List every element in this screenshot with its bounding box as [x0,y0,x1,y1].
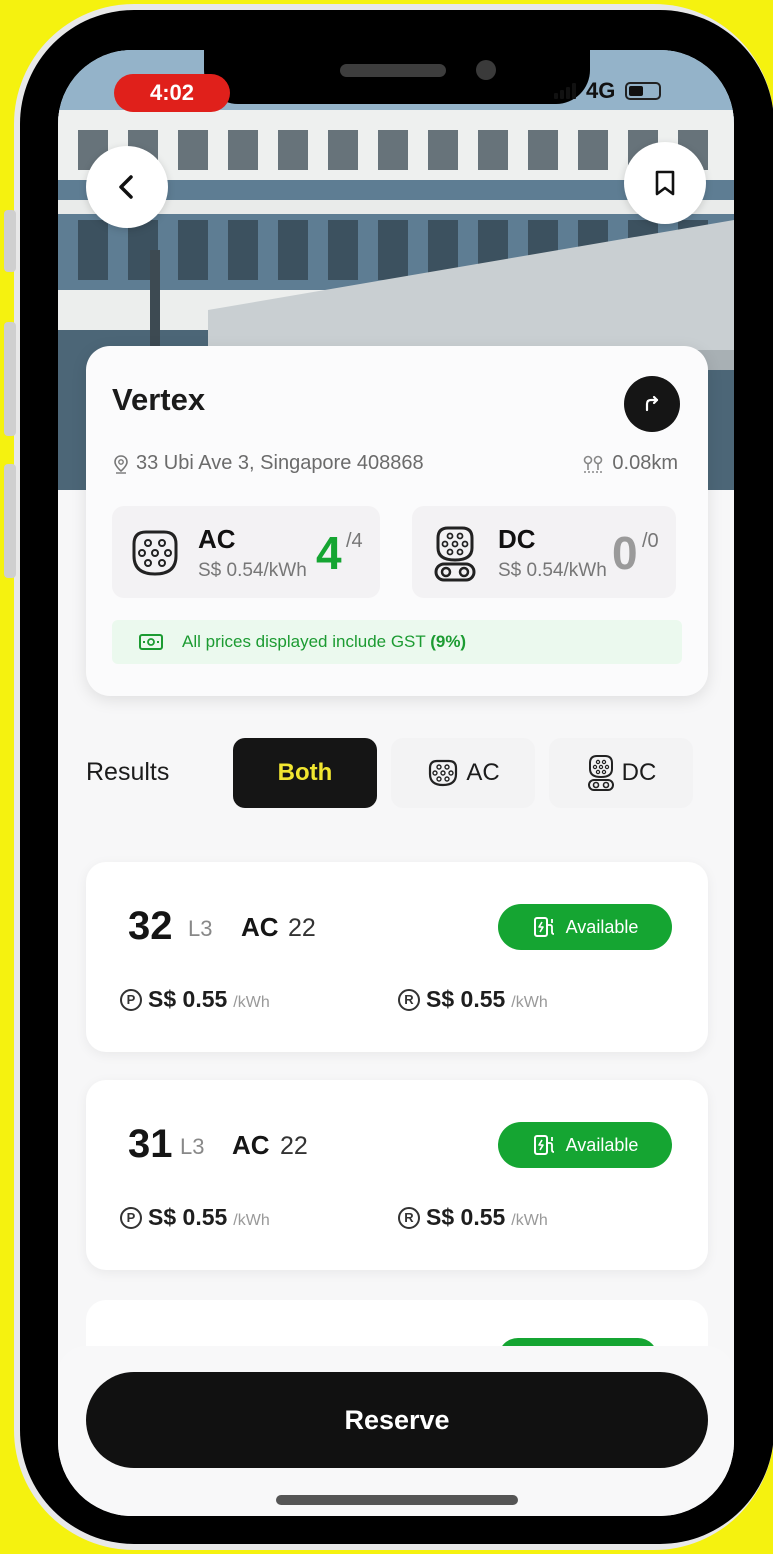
ac-charger-summary: AC S$ 0.54/kWh 4 /4 [112,506,380,598]
earpiece-speaker [340,64,446,77]
ac-type-label: AC [198,524,236,554]
app-screen: 4:02 4G Vertex 33 Ubi Ave 3, Singapore 4… [58,50,734,1516]
ac-price: S$ 0.54/kWh [198,560,307,581]
ac-available-count: 4 [316,527,342,579]
status-badge: Available [498,904,672,950]
distance-pins-icon [584,455,603,473]
gst-text: All prices displayed include GST (9%) [182,632,467,651]
ccs-connector-icon [434,526,476,582]
directions-arrow-icon [645,395,659,412]
results-filter: Results Both AC DC [86,738,726,808]
dc-price: S$ 0.54/kWh [498,560,607,581]
volume-up-button [4,322,16,436]
front-camera [476,60,496,80]
directions-button[interactable] [624,376,680,432]
gst-rate: (9%) [430,632,467,651]
ccs-connector-icon [587,755,614,791]
charging-station-icon [533,917,554,937]
price-reserved: R S$ 0.55 /kWh [398,986,548,1013]
charger-power: 22 [288,914,316,942]
network-type: 4G [586,78,616,103]
station-address: 33 Ubi Ave 3, Singapore 408868 [112,452,424,475]
volume-down-button [4,464,16,578]
dc-type-label: DC [498,524,536,554]
distance-text: 0.08km [612,452,678,474]
signal-icon [554,83,576,99]
charger-number: 32 [128,904,173,948]
station-distance: 0.08km [582,452,678,475]
filter-dc[interactable]: DC [549,738,693,808]
address-text: 33 Ubi Ave 3, Singapore 408868 [136,452,424,474]
price-standard: P S$ 0.55 /kWh [120,1204,270,1231]
status-indicators: 4G [554,78,662,104]
reserve-button[interactable]: Reserve [86,1372,708,1468]
charger-level: L3 [180,1134,205,1159]
location-pin-icon [114,454,128,474]
price-reserved: R S$ 0.55 /kWh [398,1204,548,1231]
ac-total-count: /4 [346,530,363,552]
reserved-icon: R [398,1206,420,1229]
dc-charger-summary: DC S$ 0.54/kWh 0 /0 [412,506,676,598]
gst-notice: All prices displayed include GST (9%) [112,620,682,664]
charger-power: 22 [280,1132,308,1160]
chevron-left-icon [119,175,133,199]
station-info-card: Vertex 33 Ubi Ave 3, Singapore 408868 0.… [86,346,708,696]
charger-number: 31 [128,1122,173,1166]
dc-available-count: 0 [612,527,638,579]
charger-result-card[interactable]: 31 L3 AC 22 Available P S$ 0.55 /kWh R S… [86,1080,708,1270]
price-standard: P S$ 0.55 /kWh [120,986,270,1013]
parking-icon: P [120,1206,142,1229]
filter-both[interactable]: Both [233,738,377,808]
dc-total-count: /0 [642,530,659,552]
home-indicator[interactable] [276,1495,518,1505]
mute-switch [4,210,16,272]
charging-station-icon [533,1135,554,1155]
bookmark-icon [655,170,675,196]
cash-icon [139,634,163,650]
type2-connector-icon [132,530,178,576]
bookmark-button[interactable] [624,142,706,224]
charger-type: AC [241,912,279,942]
charger-result-card[interactable]: 32 L3 AC 22 Available P S$ 0.55 /kWh R S… [86,862,708,1052]
status-time: 4:02 [114,74,230,112]
battery-icon [625,82,662,100]
status-badge: Available [498,1122,672,1168]
type2-connector-icon [429,759,458,787]
reserved-icon: R [398,988,420,1011]
station-name: Vertex [112,382,206,417]
back-button[interactable] [86,146,168,228]
charger-level: L3 [188,916,213,941]
results-label: Results [86,758,170,786]
parking-icon: P [120,988,142,1011]
filter-ac[interactable]: AC [391,738,535,808]
device-notch [204,50,590,104]
charger-type: AC [232,1130,270,1160]
